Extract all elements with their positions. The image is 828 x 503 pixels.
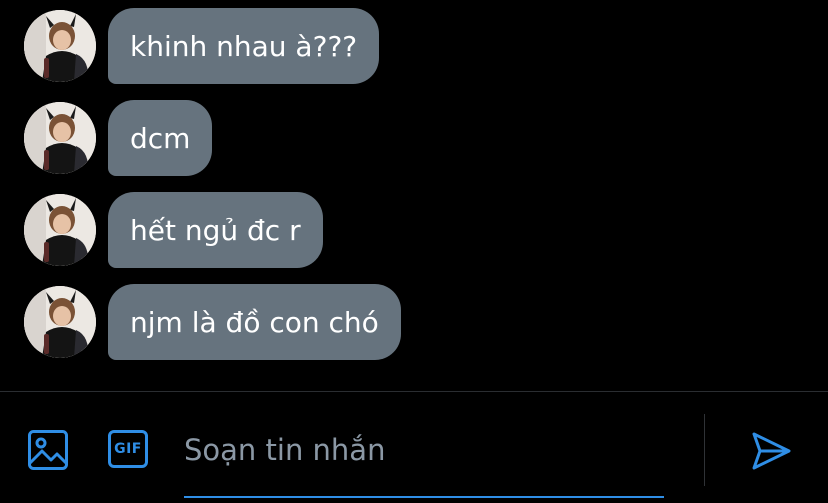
avatar[interactable] — [24, 102, 96, 174]
gif-icon: GIF — [108, 430, 148, 468]
message-composer: GIF — [0, 392, 828, 503]
message-row: njm là đồ con chó — [24, 283, 401, 361]
message-bubble[interactable]: khinh nhau à??? — [108, 8, 380, 84]
avatar-image — [24, 102, 96, 174]
message-thread: khinh nhau à??? dcm hết ngủ đc r njm là … — [0, 0, 828, 392]
message-text: khinh nhau à??? — [130, 29, 358, 63]
avatar[interactable] — [24, 286, 96, 358]
message-row: dcm — [24, 99, 213, 177]
input-focus-underline — [184, 496, 664, 498]
message-text: njm là đồ con chó — [130, 305, 379, 339]
message-input[interactable] — [184, 428, 664, 472]
send-button[interactable] — [748, 428, 794, 474]
message-row: khinh nhau à??? — [24, 7, 380, 85]
message-row: hết ngủ đc r — [24, 191, 323, 269]
message-text: dcm — [130, 121, 191, 155]
message-bubble[interactable]: njm là đồ con chó — [108, 284, 401, 360]
send-icon — [752, 432, 791, 470]
avatar[interactable] — [24, 10, 96, 82]
avatar-image — [24, 286, 96, 358]
message-text: hết ngủ đc r — [130, 213, 301, 247]
message-bubble[interactable]: dcm — [108, 100, 213, 176]
avatar-image — [24, 10, 96, 82]
message-bubble[interactable]: hết ngủ đc r — [108, 192, 323, 268]
avatar[interactable] — [24, 194, 96, 266]
add-gif-button[interactable]: GIF — [107, 429, 149, 469]
avatar-image — [24, 194, 96, 266]
composer-separator — [704, 414, 705, 486]
image-icon — [28, 430, 68, 470]
add-image-button[interactable] — [26, 428, 70, 472]
